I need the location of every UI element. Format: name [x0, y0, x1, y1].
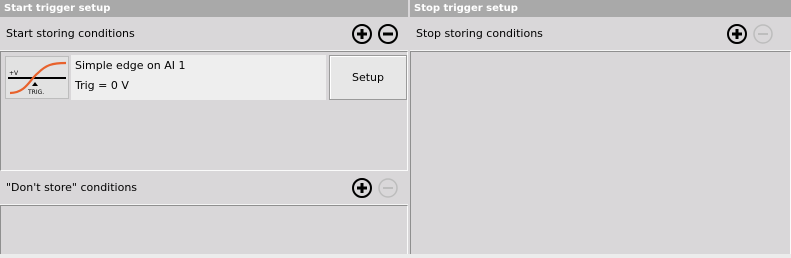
minus-circle-icon: [378, 24, 398, 44]
condition-title: Simple edge on AI 1: [75, 59, 186, 72]
add-dont-store-condition-button[interactable]: [352, 178, 372, 198]
start-trigger-title: Start trigger setup: [0, 0, 408, 17]
edge-trigger-icon: +V TRIG.: [6, 57, 68, 98]
start-conditions-list: +V TRIG. Simple edge on AI 1 Trig = 0 V …: [0, 51, 408, 171]
start-condition-description[interactable]: Simple edge on AI 1 Trig = 0 V: [71, 55, 326, 100]
stop-conditions-header: Stop storing conditions: [410, 18, 791, 51]
minus-circle-icon: [378, 178, 398, 198]
minus-circle-icon: [753, 24, 773, 44]
plus-circle-icon: [352, 24, 372, 44]
plus-circle-icon: [352, 178, 372, 198]
stop-conditions-label: Stop storing conditions: [416, 27, 543, 40]
condition-detail: Trig = 0 V: [75, 79, 129, 92]
add-start-condition-button[interactable]: [352, 24, 372, 44]
remove-stop-condition-button[interactable]: [753, 24, 773, 44]
start-trigger-panel: Start trigger setup Start storing condit…: [0, 0, 408, 258]
stop-trigger-panel: Stop trigger setup Stop storing conditio…: [410, 0, 791, 258]
dont-store-conditions-label: "Don't store" conditions: [6, 181, 138, 194]
start-conditions-header: Start storing conditions: [0, 18, 408, 51]
thumbnail-trig-label: TRIG.: [27, 89, 44, 96]
edge-trigger-thumbnail: +V TRIG.: [5, 56, 69, 99]
setup-button[interactable]: Setup: [329, 55, 407, 100]
dont-store-conditions-header: "Don't store" conditions: [0, 172, 408, 205]
remove-dont-store-condition-button[interactable]: [378, 178, 398, 198]
stop-conditions-list: [410, 51, 791, 255]
bottom-border: [0, 254, 791, 258]
dont-store-conditions-list: [0, 205, 408, 255]
thumbnail-axis-label: +V: [9, 70, 19, 77]
stop-trigger-title: Stop trigger setup: [410, 0, 791, 17]
remove-start-condition-button[interactable]: [378, 24, 398, 44]
add-stop-condition-button[interactable]: [727, 24, 747, 44]
start-conditions-label: Start storing conditions: [6, 27, 135, 40]
start-condition-item[interactable]: +V TRIG. Simple edge on AI 1 Trig = 0 V …: [3, 54, 407, 100]
plus-circle-icon: [727, 24, 747, 44]
